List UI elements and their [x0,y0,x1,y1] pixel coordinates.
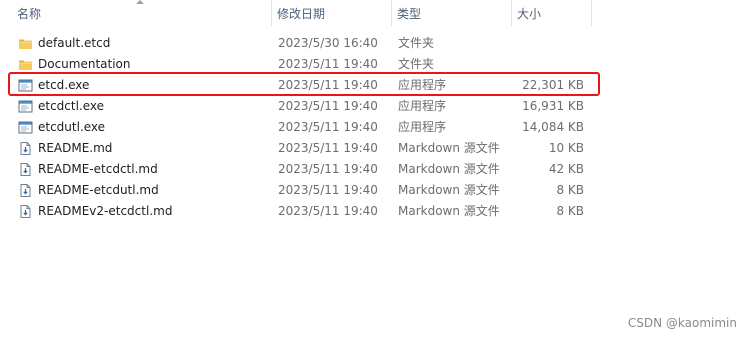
file-type: Markdown 源文件 [398,141,500,155]
sort-ascending-icon [136,0,144,4]
column-header-date[interactable]: 修改日期 [272,0,390,26]
file-type: Markdown 源文件 [398,183,500,197]
file-name: README-etcdctl.md [38,162,158,176]
column-header-size[interactable]: 大小 [512,0,592,26]
file-date: 2023/5/11 19:40 [278,183,378,197]
file-date: 2023/5/30 16:40 [278,36,378,50]
file-list: default.etcd 2023/5/30 16:40 文件夹 Documentat… [0,33,600,222]
exe-icon [18,99,33,114]
exe-icon [18,120,33,135]
file-size: 42 KB [548,162,584,176]
column-divider[interactable] [591,0,592,26]
file-date: 2023/5/11 19:40 [278,120,378,134]
file-row[interactable]: default.etcd 2023/5/30 16:40 文件夹 [0,33,600,54]
markdown-file-icon [18,141,33,156]
file-name: etcdctl.exe [38,99,105,113]
file-row[interactable]: README.md 2023/5/11 19:40 Markdown 源文件 10 K… [0,138,600,159]
file-size: 8 KB [556,204,584,218]
file-name: README-etcdutl.md [38,183,159,197]
file-name: README.md [38,141,113,155]
file-type: 应用程序 [398,99,447,113]
file-row[interactable]: README-etcdctl.md 2023/5/11 19:40 Markdown… [0,159,600,180]
folder-icon [18,36,33,51]
file-type: Markdown 源文件 [398,204,500,218]
highlight-box [8,72,600,96]
folder-icon [18,57,33,72]
markdown-file-icon [18,204,33,219]
column-header-type[interactable]: 类型 [392,0,510,26]
file-size [512,33,584,54]
file-name: READMEv2-etcdctl.md [38,204,173,218]
file-type: 文件夹 [398,36,435,50]
file-date: 2023/5/11 19:40 [278,162,378,176]
file-date: 2023/5/11 19:40 [278,99,378,113]
file-row[interactable]: etcdctl.exe 2023/5/11 19:40 应用程序 16,931 KB [0,96,600,117]
file-explorer-window: 名称 修改日期 类型 大小 default.etcd 2023/5/30 16:4… [0,0,750,339]
markdown-file-icon [18,162,33,177]
file-date: 2023/5/11 19:40 [278,204,378,218]
file-size: 10 KB [548,141,584,155]
file-type: 应用程序 [398,120,447,134]
file-type: Markdown 源文件 [398,162,500,176]
file-size: 16,931 KB [522,99,584,113]
file-row[interactable]: READMEv2-etcdctl.md 2023/5/11 19:40 Markdo… [0,201,600,222]
watermark: CSDN @kaomimin [627,316,737,330]
column-header-bar: 名称 修改日期 类型 大小 [0,0,600,26]
file-row[interactable]: README-etcdutl.md 2023/5/11 19:40 Markdown… [0,180,600,201]
file-date: 2023/5/11 19:40 [278,141,378,155]
file-row[interactable]: etcdutl.exe 2023/5/11 19:40 应用程序 14,084 KB [0,117,600,138]
file-name: default.etcd [38,36,111,50]
file-size: 8 KB [556,183,584,197]
file-size: 14,084 KB [522,120,584,134]
file-name: etcdutl.exe [38,120,106,134]
markdown-file-icon [18,183,33,198]
